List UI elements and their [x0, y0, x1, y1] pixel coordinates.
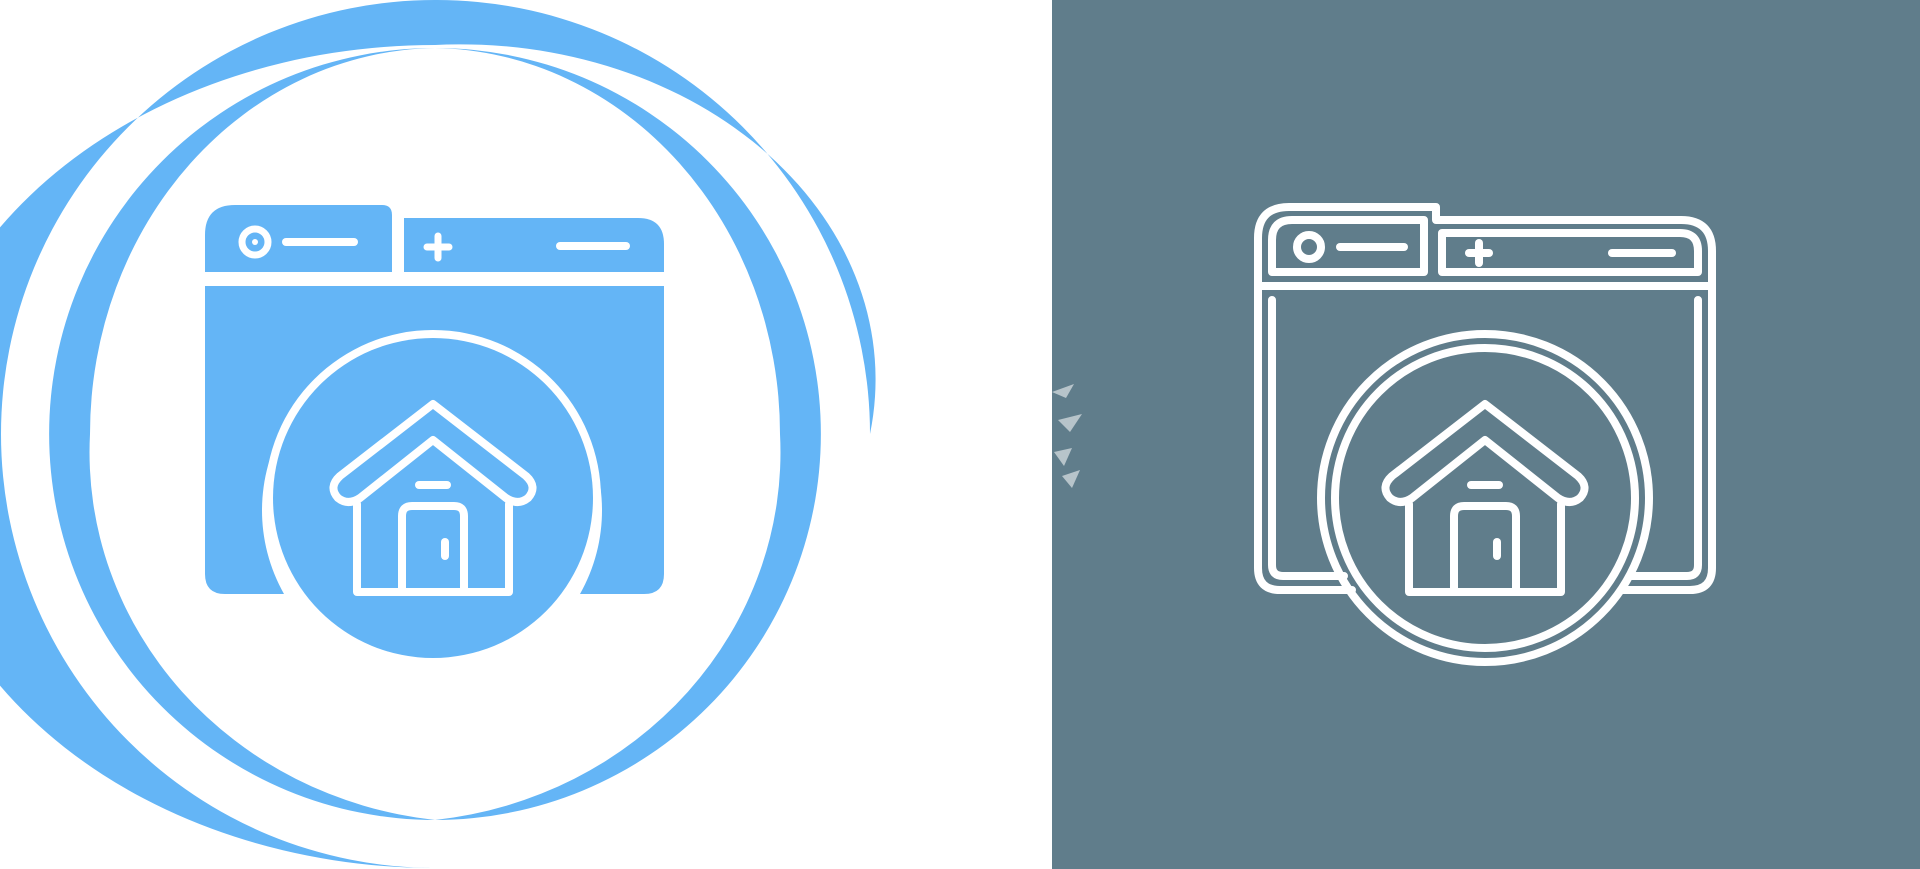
home-badge-inner: [273, 338, 593, 658]
slate-background: [1052, 0, 1920, 869]
filled-icon-panel: [0, 0, 1052, 869]
outline-icon-panel: [1052, 0, 1920, 869]
browser-home-icon-outline: [1052, 0, 1920, 869]
icon-showcase: [0, 0, 1920, 869]
browser-home-icon-filled: [0, 0, 876, 868]
